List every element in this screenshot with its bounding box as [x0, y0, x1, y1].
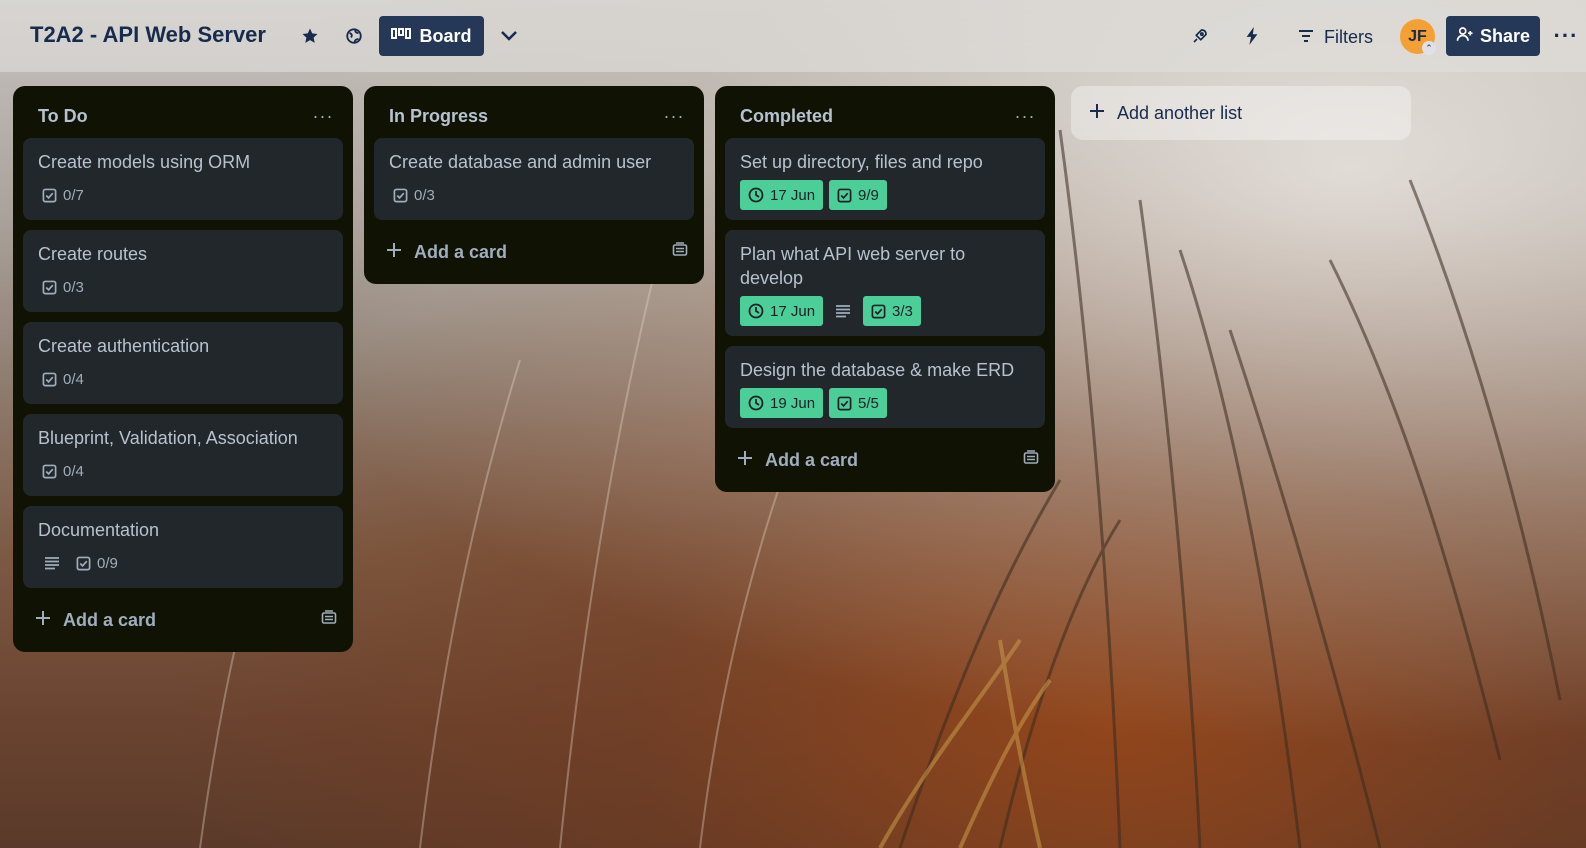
board-view-label: Board	[419, 25, 472, 46]
more-menu-icon[interactable]: ···	[1550, 20, 1582, 52]
list-menu-icon[interactable]: ···	[309, 106, 337, 127]
checklist-badge: 0/4	[38, 456, 88, 486]
add-person-icon	[1456, 25, 1474, 48]
card-title: Create database and admin user	[389, 152, 652, 172]
clock-icon	[748, 303, 764, 319]
due-date-badge[interactable]: 17 Jun	[740, 296, 824, 326]
description-icon	[38, 556, 66, 570]
clock-icon	[748, 187, 764, 203]
card-title: Documentation	[38, 520, 160, 540]
card-title: Set up directory, files and repo	[740, 152, 983, 172]
chevron-down-icon[interactable]	[493, 20, 525, 52]
checklist-icon	[42, 464, 57, 478]
list-title[interactable]: In Progress	[389, 106, 488, 127]
card[interactable]: Create routes 0/3	[23, 230, 343, 312]
checklist-badge: 5/5	[829, 388, 887, 418]
checklist-badge: 3/3	[863, 296, 921, 326]
add-card-label: Add a card	[414, 241, 508, 262]
card[interactable]: Create database and admin user 0/3	[374, 138, 694, 220]
board-icon	[391, 26, 412, 47]
list-menu-icon[interactable]: ···	[660, 106, 688, 127]
power-ups-icon[interactable]	[1184, 20, 1216, 52]
checklist-badge: 0/4	[38, 364, 88, 394]
filters-button[interactable]: Filters	[1298, 22, 1373, 52]
card[interactable]: Create models using ORM 0/7	[23, 138, 343, 220]
card[interactable]: Set up directory, files and repo 17 Jun …	[725, 138, 1045, 220]
due-date-badge[interactable]: 17 Jun	[740, 180, 824, 210]
list-title[interactable]: To Do	[38, 106, 88, 127]
card-title: Design the database & make ERD	[740, 360, 1015, 380]
checklist-badge: 9/9	[829, 180, 887, 210]
share-label: Share	[1479, 25, 1531, 46]
checklist-icon	[42, 188, 57, 202]
card[interactable]: Documentation 0/9	[23, 506, 343, 588]
card[interactable]: Plan what API web server to develop 17 J…	[725, 230, 1045, 336]
template-icon[interactable]	[321, 609, 337, 631]
card-title: Create authentication	[38, 336, 210, 356]
star-icon[interactable]	[294, 20, 326, 52]
add-card-button[interactable]: Add a card	[374, 230, 694, 274]
card-title: Create models using ORM	[38, 152, 251, 172]
plus-icon	[386, 242, 402, 263]
share-button[interactable]: Share	[1446, 16, 1540, 56]
checklist-icon	[837, 188, 852, 202]
board-header: T2A2 - API Web Server Board Filters JF ⌃…	[0, 0, 1586, 72]
plus-icon	[737, 450, 753, 471]
add-card-button[interactable]: Add a card	[23, 598, 343, 642]
checklist-badge: 0/7	[38, 180, 88, 210]
card-title: Create routes	[38, 244, 148, 264]
description-icon	[829, 304, 857, 318]
checklist-icon	[393, 188, 408, 202]
checklist-icon	[837, 396, 852, 410]
list-header: In Progress ···	[374, 94, 694, 138]
list-to-do: To Do ··· Create models using ORM 0/7 Cr…	[13, 86, 353, 652]
card[interactable]: Design the database & make ERD 19 Jun 5/…	[725, 346, 1045, 428]
add-card-label: Add a card	[765, 449, 859, 470]
list-header: To Do ···	[23, 94, 343, 138]
board-view-button[interactable]: Board	[379, 16, 484, 56]
template-icon[interactable]	[672, 241, 688, 263]
template-icon[interactable]	[1023, 449, 1039, 471]
globe-icon[interactable]	[338, 20, 370, 52]
card[interactable]: Create authentication 0/4	[23, 322, 343, 404]
list-menu-icon[interactable]: ···	[1011, 106, 1039, 127]
checklist-badge: 0/3	[38, 272, 88, 302]
add-list-button[interactable]: Add another list	[1071, 86, 1411, 140]
checklist-icon	[42, 280, 57, 294]
filters-label: Filters	[1324, 26, 1373, 47]
add-card-label: Add a card	[63, 609, 157, 630]
automation-icon[interactable]	[1236, 20, 1268, 52]
card[interactable]: Blueprint, Validation, Association 0/4	[23, 414, 343, 496]
due-date-badge[interactable]: 19 Jun	[740, 388, 824, 418]
clock-icon	[748, 395, 764, 411]
list-completed: Completed ··· Set up directory, files an…	[715, 86, 1055, 492]
checklist-icon	[76, 556, 91, 570]
checklist-badge: 0/9	[72, 548, 122, 578]
list-title[interactable]: Completed	[740, 106, 833, 127]
board-title[interactable]: T2A2 - API Web Server	[30, 22, 266, 48]
checklist-icon	[42, 372, 57, 386]
plus-icon	[1089, 103, 1105, 124]
card-title: Blueprint, Validation, Association	[38, 428, 298, 448]
add-list-label: Add another list	[1117, 102, 1243, 123]
checklist-badge: 0/3	[389, 180, 439, 210]
list-header: Completed ···	[725, 94, 1045, 138]
admin-chevron-icon: ⌃	[1422, 41, 1436, 55]
plus-icon	[35, 610, 51, 631]
card-title: Plan what API web server to develop	[740, 244, 966, 288]
filter-icon	[1298, 27, 1314, 48]
list-in-progress: In Progress ··· Create database and admi…	[364, 86, 704, 284]
checklist-icon	[871, 304, 886, 318]
add-card-button[interactable]: Add a card	[725, 438, 1045, 482]
